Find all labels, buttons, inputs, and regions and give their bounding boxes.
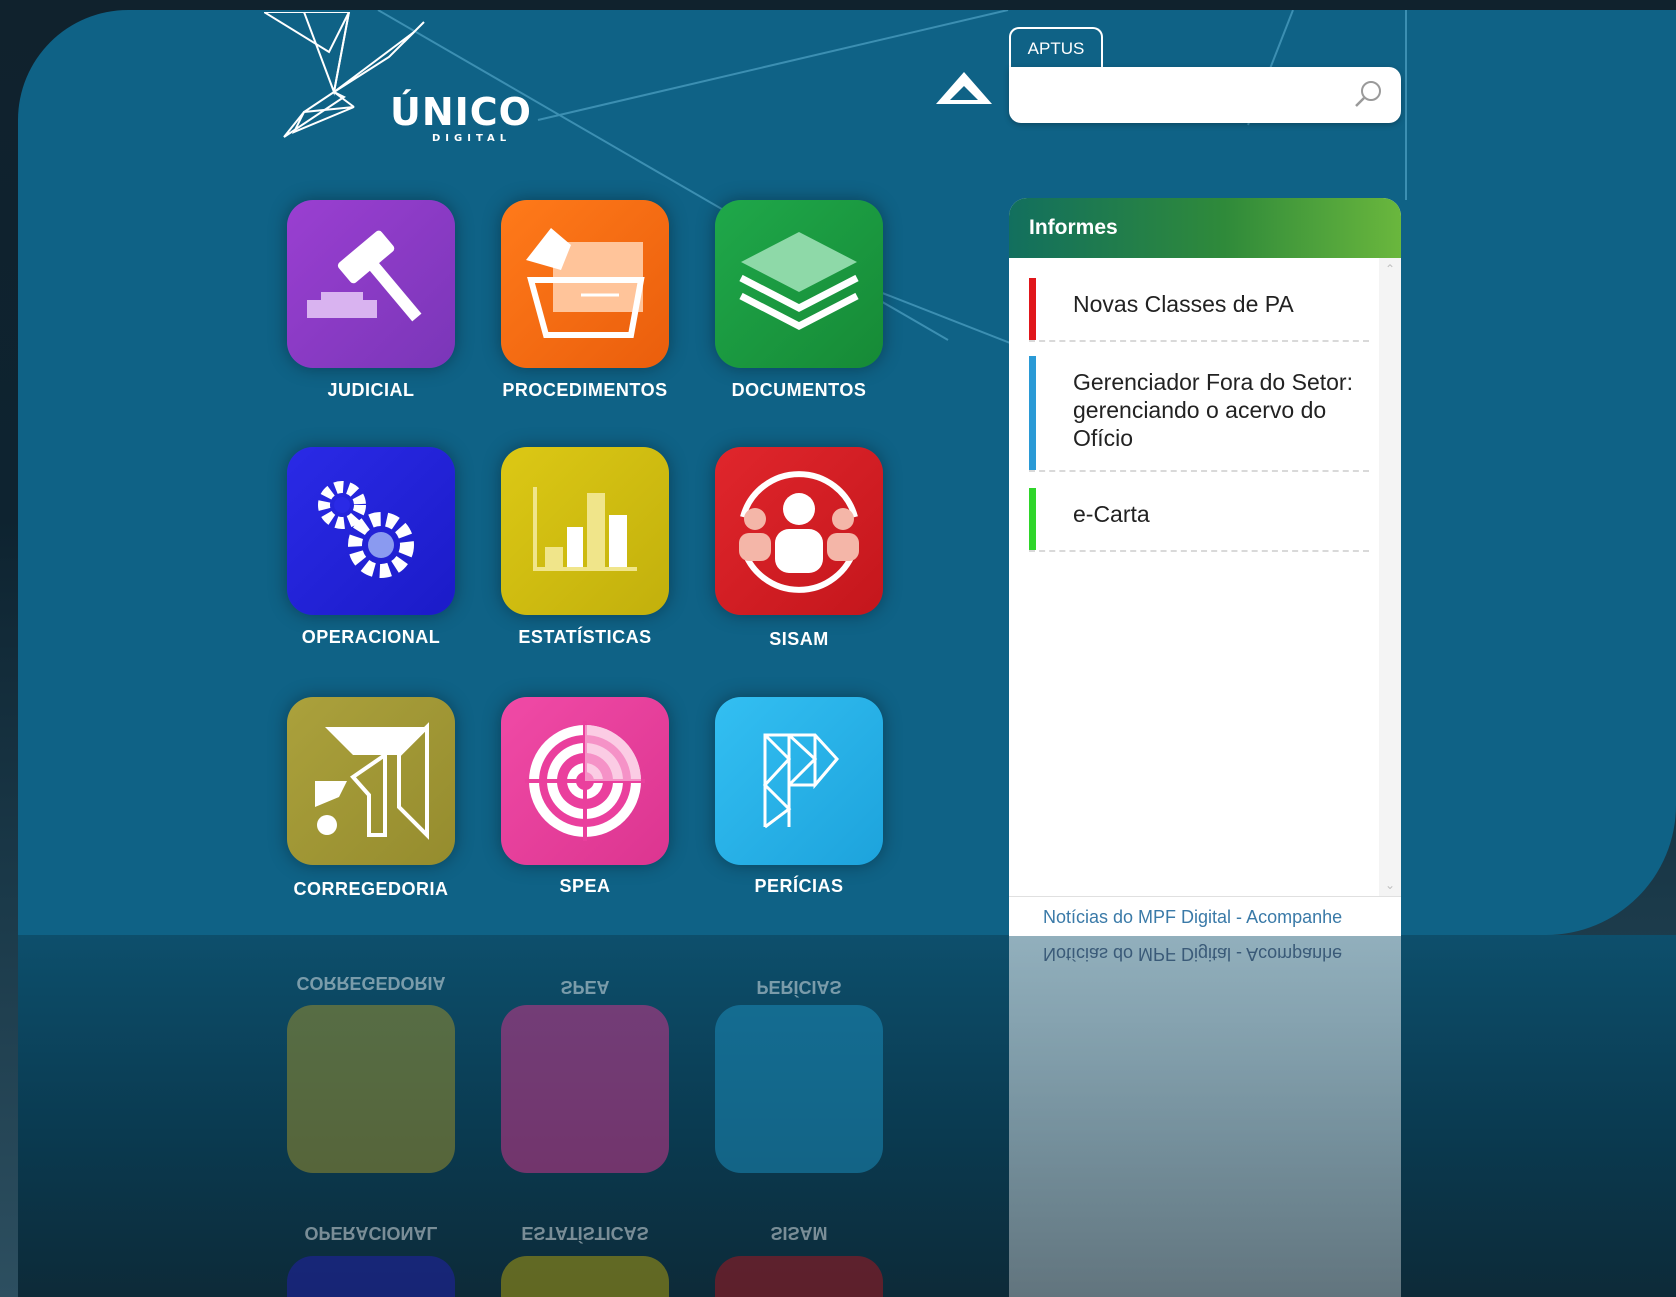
news-item[interactable]: Novas Classes de PA (1029, 278, 1369, 342)
reflection-tile-spea (501, 1005, 669, 1173)
news-item-text: e-Carta (1073, 501, 1150, 527)
news-color-bar (1029, 278, 1036, 340)
reflection-tile-corregedoria (287, 1005, 455, 1173)
bar-chart-icon (533, 487, 637, 571)
informes-title: Informes (1029, 216, 1118, 239)
tile-label-procedimentos: PROCEDIMENTOS (502, 380, 668, 400)
corregedoria-logo-icon (315, 722, 429, 840)
tile-label-judicial: JUDICIAL (327, 380, 415, 400)
tile-label-pericias: PERÍCIAS (754, 876, 844, 896)
brand-name: ÚNICO (390, 90, 532, 134)
reflection-tile-sisam (715, 1256, 883, 1297)
reflection-label-corregedoria: CORREGEDORIA (296, 973, 446, 993)
tile-spea[interactable] (501, 697, 669, 865)
news-ticker-text[interactable]: Notícias do MPF Digital - Acompanhe (1043, 907, 1342, 928)
folder-hand-icon (526, 228, 645, 338)
reflection-tile-operacional (287, 1256, 455, 1297)
search-input[interactable] (1021, 77, 1345, 113)
pericias-logo-icon (762, 733, 839, 829)
reflection-label-sisam: SISAM (770, 1223, 828, 1243)
layers-icon (739, 232, 859, 330)
people-group-icon (739, 471, 859, 593)
brand-subtitle: DIGITAL (432, 133, 512, 144)
tile-sisam[interactable] (715, 447, 883, 615)
tab-aptus[interactable]: APTUS (1009, 27, 1103, 67)
search-icon[interactable] (1353, 79, 1383, 109)
news-item[interactable]: Gerenciador Fora do Setor: gerenciando o… (1029, 356, 1369, 472)
news-item-text: Gerenciador Fora do Setor: gerenciando o… (1073, 369, 1353, 451)
informes-header: Informes (1009, 198, 1401, 258)
reflection-tile-estatisticas (501, 1256, 669, 1297)
tile-corregedoria[interactable] (287, 697, 455, 865)
tile-label-corregedoria: CORREGEDORIA (293, 879, 449, 899)
reflection-label-estatisticas: ESTATÍSTICAS (521, 1223, 649, 1243)
tile-label-spea: SPEA (559, 876, 611, 896)
reflection-label-operacional: OPERACIONAL (304, 1223, 438, 1243)
tile-procedimentos[interactable] (501, 200, 669, 368)
tile-operacional[interactable] (287, 447, 455, 615)
tile-label-operacional: OPERACIONAL (301, 627, 441, 647)
search-box (1009, 67, 1401, 123)
scroll-down-icon[interactable]: ⌄ (1385, 878, 1395, 892)
reflection-ticker-text: Notícias do MPF Digital - Acompanhe (1043, 944, 1343, 964)
reflection-label-pericias: PERÍCIAS (756, 977, 842, 997)
informes-panel: Informes Novas Classes de PA Gerenciador… (1009, 198, 1401, 936)
reflection-label-spea: SPEA (560, 977, 610, 997)
news-item[interactable]: e-Carta (1029, 488, 1369, 552)
aptus-logo-icon[interactable] (934, 68, 994, 108)
informes-footer[interactable]: Notícias do MPF Digital - Acompanhe (1009, 896, 1401, 936)
news-color-bar (1029, 356, 1036, 470)
gears-icon (318, 481, 414, 578)
tile-documentos[interactable] (715, 200, 883, 368)
scroll-up-icon[interactable]: ⌃ (1385, 262, 1395, 276)
tile-pericias[interactable] (715, 697, 883, 865)
news-color-bar (1029, 488, 1036, 550)
target-icon (525, 721, 645, 841)
informes-scrollbar[interactable]: ⌃ ⌄ (1379, 258, 1401, 896)
tile-label-documentos: DOCUMENTOS (731, 380, 867, 400)
gavel-icon (307, 230, 422, 322)
reflection-tile-pericias (715, 1005, 883, 1173)
tile-estatisticas[interactable] (501, 447, 669, 615)
tile-label-estatisticas: ESTATÍSTICAS (518, 627, 652, 647)
tile-judicial[interactable] (287, 200, 455, 368)
unico-digital-logo[interactable]: ÚNICO DIGITAL (260, 11, 534, 147)
tile-label-sisam: SISAM (769, 629, 829, 649)
reflection-informes: Notícias do MPF Digital - Acompanhe (1009, 935, 1401, 1297)
news-item-text: Novas Classes de PA (1073, 291, 1294, 317)
